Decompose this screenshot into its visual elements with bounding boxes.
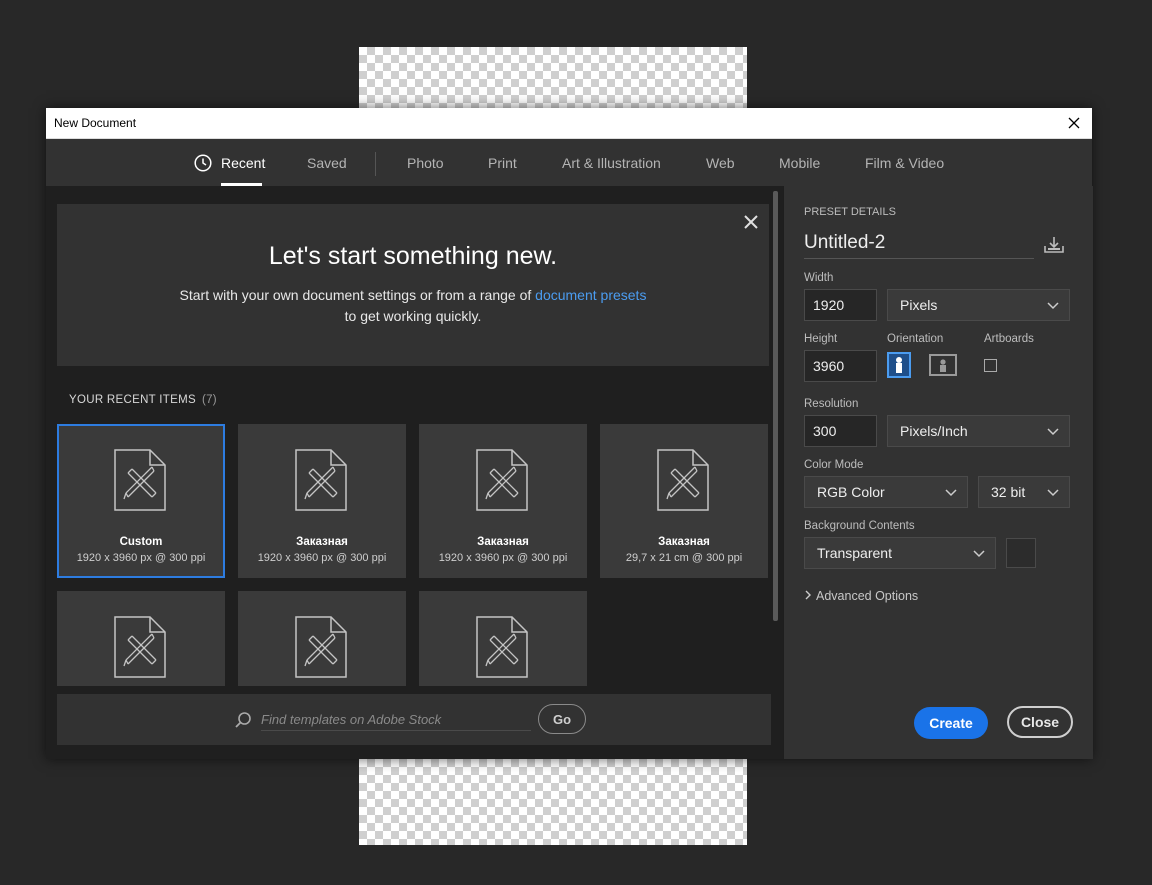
- resolution-label: Resolution: [804, 398, 859, 410]
- close-icon[interactable]: [743, 214, 759, 230]
- tab-photo[interactable]: Photo: [407, 155, 444, 171]
- chevron-down-icon: [1047, 428, 1059, 436]
- save-preset-icon[interactable]: [1043, 236, 1065, 254]
- document-icon: [114, 616, 166, 678]
- chevron-down-icon: [1047, 489, 1059, 497]
- recent-item-card[interactable]: Заказная 1920 x 3960 px @ 300 ppi: [238, 424, 406, 578]
- width-unit-select[interactable]: Pixels: [887, 289, 1070, 321]
- color-mode-label: Color Mode: [804, 459, 864, 471]
- tab-film-video[interactable]: Film & Video: [865, 155, 944, 171]
- document-name-field[interactable]: Untitled-2: [804, 232, 1034, 259]
- tab-web[interactable]: Web: [706, 155, 735, 171]
- chevron-down-icon: [973, 550, 985, 558]
- document-icon: [476, 449, 528, 511]
- recent-item-card[interactable]: [57, 591, 225, 686]
- resolution-input[interactable]: 300: [804, 415, 877, 447]
- width-label: Width: [804, 272, 834, 284]
- chevron-down-icon: [945, 489, 957, 497]
- tab-divider: [375, 152, 376, 176]
- preset-tabs: Recent Saved Photo Print Art & Illustrat…: [46, 139, 1092, 187]
- chevron-down-icon: [1047, 302, 1059, 310]
- document-icon: [476, 616, 528, 678]
- recent-item-card[interactable]: Заказная 1920 x 3960 px @ 300 ppi: [419, 424, 587, 578]
- tab-recent[interactable]: Recent: [221, 155, 265, 171]
- create-button[interactable]: Create: [914, 707, 988, 739]
- scrollbar[interactable]: [773, 191, 778, 621]
- search-icon: [235, 712, 251, 728]
- recent-item-name: Заказная: [296, 536, 348, 548]
- document-icon: [114, 449, 166, 511]
- title-bar: New Document: [46, 108, 1092, 139]
- chevron-right-icon: [805, 590, 811, 600]
- background-contents-select[interactable]: Transparent: [804, 537, 996, 569]
- height-label: Height: [804, 333, 838, 345]
- color-mode-select[interactable]: RGB Color: [804, 476, 968, 508]
- resolution-unit-select[interactable]: Pixels/Inch: [887, 415, 1070, 447]
- document-icon: [295, 449, 347, 511]
- artboards-checkbox[interactable]: [984, 359, 997, 372]
- recent-item-card[interactable]: Custom 1920 x 3960 px @ 300 ppi: [57, 424, 225, 578]
- canvas-preview-bottom: [359, 759, 747, 845]
- background-contents-label: Background Contents: [804, 520, 915, 532]
- close-icon[interactable]: [1064, 113, 1084, 133]
- bit-depth-select[interactable]: 32 bit: [978, 476, 1070, 508]
- recent-item-name: Custom: [119, 536, 163, 548]
- clock-icon: [194, 154, 212, 172]
- recent-item-card[interactable]: Заказная 29,7 x 21 cm @ 300 ppi: [600, 424, 768, 578]
- artboards-label: Artboards: [984, 333, 1034, 345]
- tab-print[interactable]: Print: [488, 155, 517, 171]
- portrait-orientation-icon[interactable]: [887, 352, 911, 378]
- width-input[interactable]: 1920: [804, 289, 877, 321]
- advanced-options-toggle[interactable]: Advanced Options: [804, 589, 918, 603]
- document-presets-link[interactable]: document presets: [535, 287, 646, 303]
- tab-mobile[interactable]: Mobile: [779, 155, 820, 171]
- preset-details-heading: PRESET DETAILS: [804, 206, 896, 218]
- recent-item-name: Заказная: [477, 536, 529, 548]
- welcome-banner: Let's start something new. Start with yo…: [57, 204, 769, 366]
- document-icon: [295, 616, 347, 678]
- go-button[interactable]: Go: [538, 704, 586, 734]
- stock-search-input[interactable]: [261, 708, 531, 731]
- recent-item-detail: 1920 x 3960 px @ 300 ppi: [257, 552, 387, 564]
- recent-item-detail: 1920 x 3960 px @ 300 ppi: [76, 552, 206, 564]
- tab-saved[interactable]: Saved: [307, 155, 347, 171]
- landscape-orientation-icon[interactable]: [929, 354, 957, 376]
- window-title: New Document: [54, 116, 137, 130]
- stock-search-bar: Go: [57, 694, 771, 745]
- recent-item-detail: 29,7 x 21 cm @ 300 ppi: [625, 552, 743, 564]
- recent-item-detail: 1920 x 3960 px @ 300 ppi: [438, 552, 568, 564]
- canvas-preview-top: [359, 47, 747, 108]
- height-input[interactable]: 3960: [804, 350, 877, 382]
- welcome-heading: Let's start something new.: [268, 242, 558, 270]
- welcome-text-2: to get working quickly.: [344, 308, 482, 324]
- new-document-dialog: New Document Recent Saved Photo Print Ar…: [46, 108, 1093, 759]
- welcome-text: Start with your own document settings or…: [179, 287, 647, 303]
- close-button[interactable]: Close: [1007, 706, 1073, 738]
- recent-panel: Let's start something new. Start with yo…: [46, 186, 783, 759]
- recent-item-card[interactable]: [238, 591, 406, 686]
- recent-item-name: Заказная: [658, 536, 710, 548]
- recent-items-heading: YOUR RECENT ITEMS (7): [69, 394, 217, 406]
- orientation-label: Orientation: [887, 333, 944, 345]
- preset-details-panel: PRESET DETAILS Untitled-2 Width 1920 Pix…: [783, 186, 1093, 759]
- tab-art-illustration[interactable]: Art & Illustration: [562, 155, 661, 171]
- background-color-swatch[interactable]: [1006, 538, 1036, 568]
- recent-item-card[interactable]: [419, 591, 587, 686]
- document-icon: [657, 449, 709, 511]
